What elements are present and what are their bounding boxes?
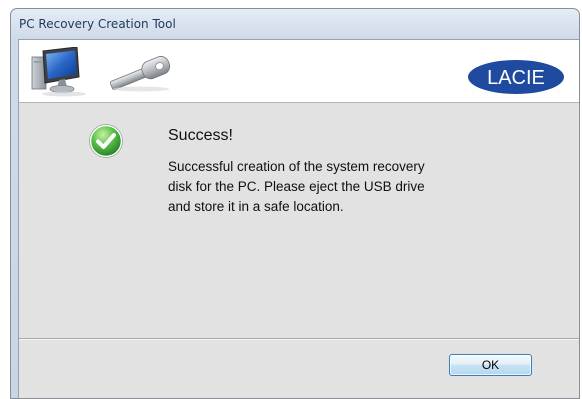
dialog-client-area: LACIE Success! Successful creation of th… bbox=[18, 39, 579, 398]
message-line: and store it in a safe location. bbox=[168, 199, 344, 214]
dialog-window: PC Recovery Creation Tool LACIE Success!… bbox=[10, 8, 580, 399]
window-title: PC Recovery Creation Tool bbox=[19, 17, 176, 31]
message-line: Successful creation of the system recove… bbox=[168, 159, 425, 174]
usb-key-icon bbox=[109, 56, 171, 92]
message-title: Success! bbox=[168, 127, 233, 144]
ok-button[interactable]: OK bbox=[449, 354, 532, 376]
lacie-logo: LACIE bbox=[468, 60, 564, 94]
message-body: Successful creation of the system recove… bbox=[168, 157, 528, 217]
message-line: disk for the PC. Please eject the USB dr… bbox=[168, 179, 425, 194]
logo-text: LACIE bbox=[487, 67, 545, 89]
title-bar[interactable]: PC Recovery Creation Tool bbox=[11, 9, 579, 39]
header-banner: LACIE bbox=[19, 40, 579, 103]
computer-monitor-icon bbox=[31, 47, 86, 97]
button-footer: OK bbox=[19, 340, 579, 398]
success-check-icon bbox=[89, 124, 123, 158]
